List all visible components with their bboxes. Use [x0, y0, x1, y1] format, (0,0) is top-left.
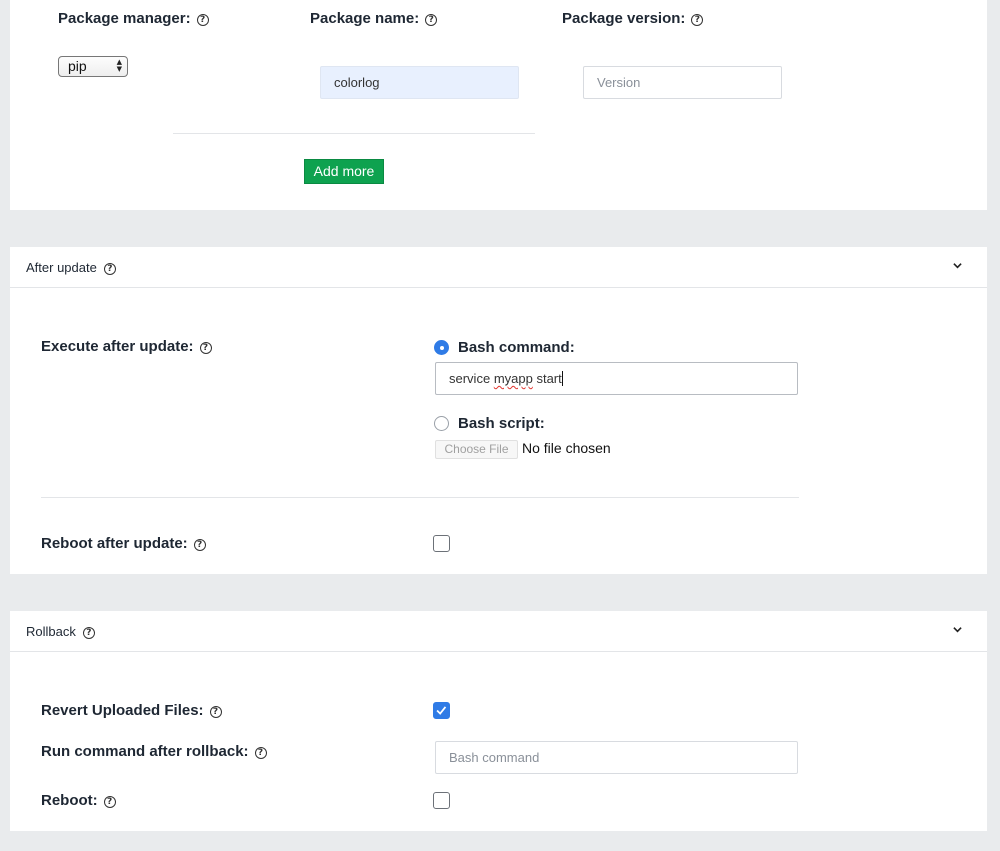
bash-command-word-2: myapp [493, 371, 533, 386]
after-update-divider [41, 497, 799, 498]
rollback-bash-command-input[interactable]: Bash command [435, 741, 798, 774]
bash-command-label: Bash command: [458, 339, 575, 356]
package-manager-select[interactable]: pip ▲ ▼ [58, 56, 128, 77]
run-command-after-rollback-label-row: Run command after rollback:? [41, 743, 267, 760]
reboot-after-update-checkbox[interactable] [433, 535, 450, 552]
chevron-down-icon[interactable] [953, 625, 962, 634]
bash-script-radio[interactable] [434, 416, 449, 431]
chevron-down-icon[interactable] [953, 261, 962, 270]
help-circle-icon[interactable]: ? [193, 539, 206, 551]
help-circle-icon[interactable]: ? [196, 14, 209, 26]
after-update-panel: After update? Execute after update:? Bas… [10, 247, 987, 574]
help-circle-icon[interactable]: ? [103, 263, 116, 275]
help-circle-icon[interactable]: ? [254, 747, 267, 759]
package-manager-label-row: Package manager:? [58, 10, 209, 27]
bash-command-input[interactable]: service myapp start [435, 362, 798, 395]
package-name-label: Package name: [310, 10, 420, 27]
after-update-header[interactable]: After update? [10, 247, 987, 288]
rollback-bash-command-placeholder: Bash command [449, 750, 540, 765]
help-circle-icon[interactable]: ? [82, 627, 95, 639]
execute-after-update-label-row: Execute after update:? [41, 338, 212, 355]
package-name-label-row: Package name:? [310, 10, 438, 27]
help-circle-icon[interactable]: ? [691, 14, 704, 26]
bash-command-word-1: service [449, 371, 491, 386]
rollback-title: Rollback [26, 624, 76, 639]
no-file-chosen-label: No file chosen [522, 440, 611, 456]
select-arrows-icon: ▲ ▼ [116, 58, 122, 73]
rollback-reboot-label-row: Reboot:? [41, 792, 116, 809]
bash-command-radio[interactable] [434, 340, 449, 355]
choose-file-button[interactable]: Choose File [435, 440, 518, 459]
text-cursor [561, 371, 563, 386]
after-update-title-row: After update? [26, 260, 116, 275]
revert-uploaded-files-checkbox[interactable] [433, 702, 450, 719]
package-version-label: Package version: [562, 10, 686, 27]
package-version-input[interactable]: Version [583, 66, 782, 99]
packages-panel: Package manager:? Package name:? Package… [10, 0, 987, 210]
package-name-value: colorlog [334, 75, 380, 90]
revert-uploaded-files-label-row: Revert Uploaded Files:? [41, 702, 222, 719]
execute-after-update-label: Execute after update: [41, 338, 194, 355]
help-circle-icon[interactable]: ? [103, 796, 116, 808]
rollback-title-row: Rollback? [26, 624, 95, 639]
add-more-button[interactable]: Add more [304, 159, 384, 184]
package-manager-value: pip [68, 58, 87, 74]
package-version-placeholder: Version [597, 75, 641, 90]
packages-divider [173, 133, 535, 134]
rollback-header[interactable]: Rollback? [10, 611, 987, 652]
revert-uploaded-files-label: Revert Uploaded Files: [41, 702, 204, 719]
after-update-title: After update [26, 260, 97, 275]
bash-command-word-3: start [536, 371, 562, 386]
checkmark-icon [436, 706, 447, 715]
reboot-after-update-label-row: Reboot after update:? [41, 535, 206, 552]
package-name-input[interactable]: colorlog [320, 66, 519, 99]
help-circle-icon[interactable]: ? [209, 706, 222, 718]
help-circle-icon[interactable]: ? [199, 342, 212, 354]
bash-script-label: Bash script: [458, 415, 545, 432]
package-version-label-row: Package version:? [562, 10, 704, 27]
rollback-reboot-checkbox[interactable] [433, 792, 450, 809]
help-circle-icon[interactable]: ? [425, 14, 438, 26]
rollback-panel: Rollback? Revert Uploaded Files:? Run co… [10, 611, 987, 831]
reboot-after-update-label: Reboot after update: [41, 535, 188, 552]
rollback-reboot-label: Reboot: [41, 792, 98, 809]
package-manager-label: Package manager: [58, 10, 191, 27]
run-command-after-rollback-label: Run command after rollback: [41, 743, 249, 760]
